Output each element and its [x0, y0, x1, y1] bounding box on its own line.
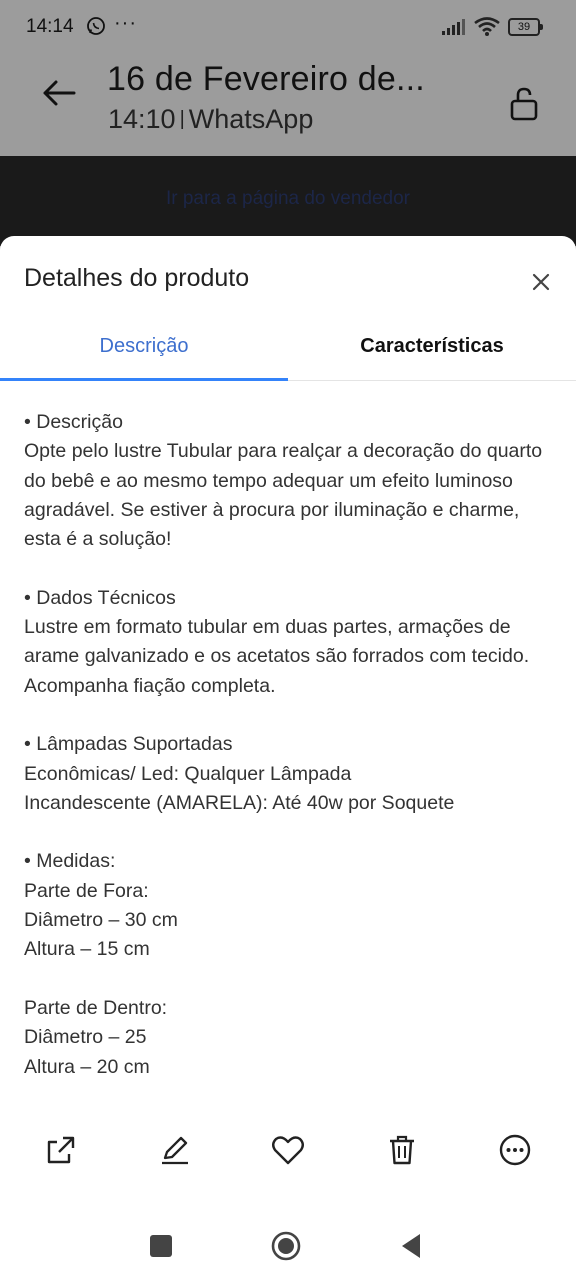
whatsapp-notification-icon	[87, 17, 105, 35]
description-paragraph: • Descrição Opte pelo lustre Tubular par…	[24, 411, 543, 551]
trash-icon[interactable]	[384, 1132, 420, 1168]
active-tab-indicator	[0, 378, 288, 381]
description-content: • Descrição Opte pelo lustre Tubular par…	[24, 408, 554, 1111]
viewer-header: 16 de Fevereiro de... 14:10 | WhatsApp	[0, 56, 576, 156]
back-arrow-icon[interactable]	[40, 74, 78, 112]
signal-icon	[442, 19, 465, 35]
home-icon[interactable]	[270, 1230, 302, 1262]
seller-band: Ir para a página do vendedor	[0, 156, 576, 246]
sheet-title: Detalhes do produto	[24, 264, 250, 292]
heart-icon[interactable]	[270, 1132, 306, 1168]
media-separator: |	[179, 108, 185, 130]
close-icon[interactable]	[528, 269, 554, 295]
battery-icon: 39	[508, 18, 543, 36]
media-subtitle: 14:10 | WhatsApp	[108, 104, 313, 135]
back-icon[interactable]	[396, 1230, 428, 1262]
status-right: 39	[442, 17, 543, 37]
seller-page-link[interactable]: Ir para a página do vendedor	[0, 188, 576, 210]
status-time: 14:14	[26, 16, 74, 37]
media-title: 16 de Fevereiro de...	[107, 60, 425, 98]
measures-inner-paragraph: Parte de Dentro: Diâmetro – 25 Altura – …	[24, 996, 168, 1078]
media-time: 14:10	[108, 104, 176, 134]
more-icon[interactable]	[497, 1132, 533, 1168]
measures-outer-paragraph: • Medidas: Parte de Fora: Diâmetro – 30 …	[24, 850, 178, 961]
share-icon[interactable]	[43, 1132, 79, 1168]
media-source: WhatsApp	[188, 104, 314, 134]
lamps-paragraph: • Lâmpadas Suportadas Econômicas/ Led: Q…	[24, 733, 455, 814]
tab-caracteristicas[interactable]: Características	[288, 320, 576, 380]
tab-descricao[interactable]: Descrição	[0, 320, 288, 380]
tab-bar: Descrição Características	[0, 320, 576, 381]
system-nav-bar	[0, 1212, 576, 1280]
technical-data-paragraph: • Dados Técnicos Lustre em formato tubul…	[24, 586, 530, 697]
wifi-icon	[474, 17, 500, 36]
status-bar: 14:14 ··· 39	[0, 0, 576, 56]
action-bar	[0, 1122, 576, 1178]
rotation-lock-icon[interactable]	[508, 86, 540, 122]
status-more-dots: ···	[114, 12, 137, 34]
edit-icon[interactable]	[157, 1132, 193, 1168]
recents-icon[interactable]	[145, 1230, 177, 1262]
